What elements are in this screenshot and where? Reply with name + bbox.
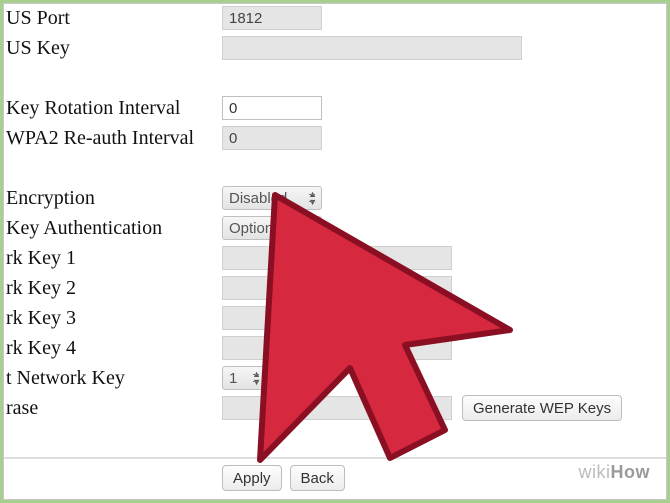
label-encryption: Encryption	[4, 187, 95, 210]
settings-panel: US Port US Key Key Rotation Interval WPA…	[3, 3, 667, 500]
rk-key2-input[interactable]	[222, 276, 452, 300]
rk-key3-input[interactable]	[222, 306, 452, 330]
us-port-input[interactable]	[222, 6, 322, 30]
wireless-security-form: US Port US Key Key Rotation Interval WPA…	[4, 4, 666, 499]
label-rk-key2: rk Key 2	[4, 277, 76, 300]
key-auth-select-value: Optional	[229, 220, 285, 237]
label-us-key: US Key	[4, 37, 70, 60]
wpa2-reauth-input[interactable]	[222, 126, 322, 150]
footer-actions: Apply Back	[4, 457, 666, 491]
wikihow-watermark: wikiHow	[579, 462, 651, 483]
label-network-key: t Network Key	[4, 367, 125, 390]
encryption-select-value: Disabled	[229, 190, 287, 207]
key-rotation-input[interactable]	[222, 96, 322, 120]
label-rk-key3: rk Key 3	[4, 307, 76, 330]
label-rk-key4: rk Key 4	[4, 337, 76, 360]
label-wpa2-reauth: WPA2 Re-auth Interval	[4, 127, 194, 150]
back-button[interactable]: Back	[290, 465, 345, 491]
rase-input[interactable]	[222, 396, 452, 420]
apply-button[interactable]: Apply	[222, 465, 282, 491]
label-rase: rase	[4, 397, 38, 420]
network-key-select[interactable]: 1 ▲▼	[222, 366, 266, 390]
us-key-input[interactable]	[222, 36, 522, 60]
network-key-select-value: 1	[229, 370, 237, 387]
generate-wep-keys-button[interactable]: Generate WEP Keys	[462, 395, 622, 421]
key-auth-select[interactable]: Optional ▲▼	[222, 216, 322, 240]
select-caret-icon: ▲▼	[252, 370, 261, 386]
rk-key4-input[interactable]	[222, 336, 452, 360]
label-key-auth: Key Authentication	[4, 217, 162, 240]
encryption-select[interactable]: Disabled ▲▼	[222, 186, 322, 210]
label-rk-key1: rk Key 1	[4, 247, 76, 270]
select-caret-icon: ▲▼	[308, 190, 317, 206]
rk-key1-input[interactable]	[222, 246, 452, 270]
select-caret-icon: ▲▼	[308, 220, 317, 236]
label-us-port: US Port	[4, 7, 70, 30]
label-key-rotation: Key Rotation Interval	[4, 97, 180, 120]
